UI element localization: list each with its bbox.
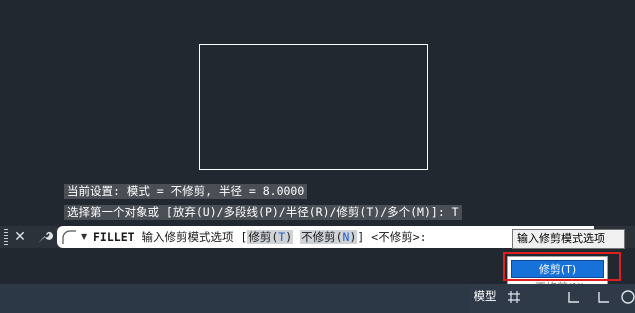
ortho-icon[interactable]	[596, 289, 612, 305]
highlight-callout	[503, 252, 621, 281]
status-bar-left	[0, 284, 470, 313]
close-icon[interactable]: ✕	[13, 226, 27, 248]
command-name: FILLET	[93, 230, 135, 244]
drag-handle[interactable]	[4, 229, 8, 245]
tooltip: 输入修剪模式选项	[512, 229, 625, 249]
command-prompt: 输入修剪模式选项	[141, 230, 234, 244]
snap-icon[interactable]	[566, 289, 582, 305]
default-value: <不修剪>:	[371, 230, 427, 244]
option-trim[interactable]: 修剪(T)	[247, 230, 294, 244]
grid-icon[interactable]	[506, 289, 522, 305]
option-no-trim[interactable]: 不修剪(N)	[300, 230, 358, 244]
chevron-down-icon[interactable]: ▼	[81, 226, 87, 248]
drawn-rectangle[interactable]	[199, 44, 428, 170]
model-tab[interactable]: 模型	[470, 286, 500, 306]
command-history-line: 选择第一个对象或 [放弃(U)/多段线(P)/半径(R)/修剪(T)/多个(M)…	[64, 205, 462, 220]
polar-icon[interactable]	[620, 289, 635, 305]
wrench-icon[interactable]	[35, 228, 53, 246]
command-history-line: 当前设置: 模式 = 不修剪, 半径 = 8.0000	[64, 184, 308, 199]
bracket: ]	[357, 230, 365, 244]
fillet-arc-icon	[62, 230, 76, 244]
